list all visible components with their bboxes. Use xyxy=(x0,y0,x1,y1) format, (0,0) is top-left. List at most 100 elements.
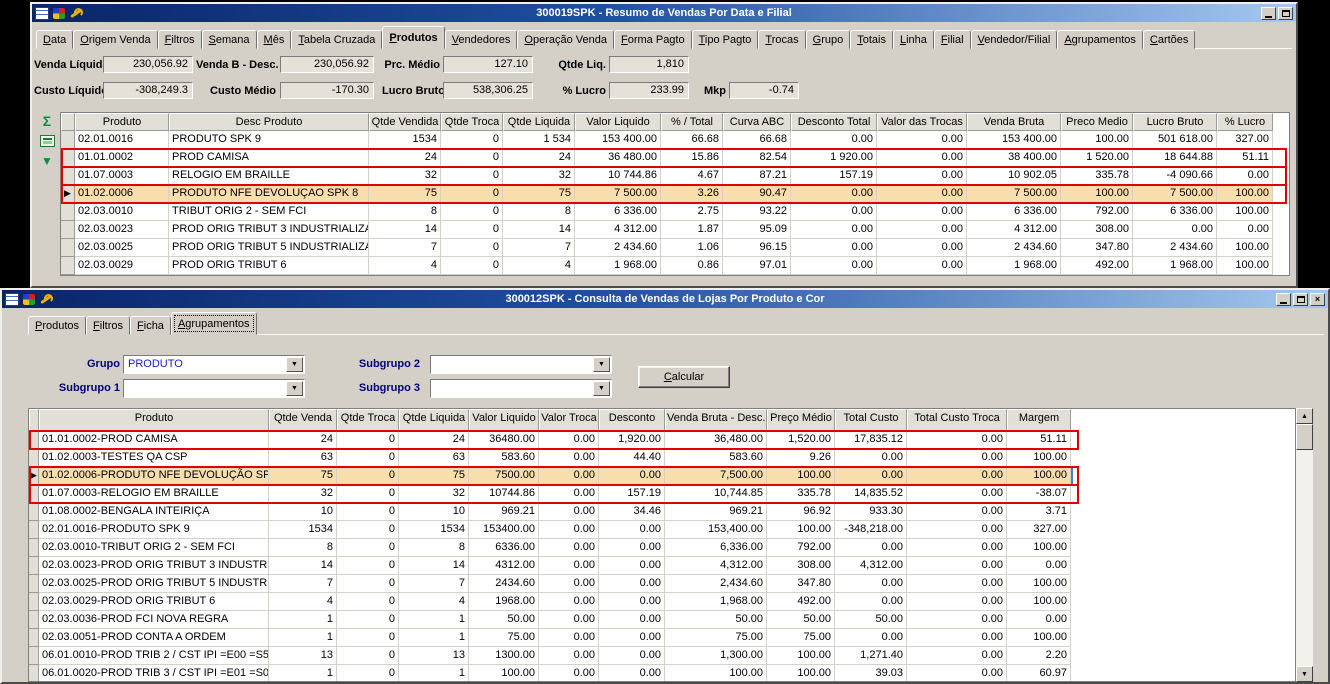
cell[interactable]: 0.00 xyxy=(877,203,967,221)
tab-tipo-pagto[interactable]: Tipo Pagto xyxy=(692,30,759,49)
cell[interactable]: 2 434.60 xyxy=(575,239,661,257)
titlebar[interactable]: 300012SPK - Consulta de Vendas de Lojas … xyxy=(2,290,1328,308)
cell[interactable]: 75.00 xyxy=(767,629,835,647)
cell[interactable]: 157.19 xyxy=(599,485,665,503)
cell[interactable]: 02.03.0025 xyxy=(75,239,169,257)
cell[interactable]: 100.00 xyxy=(1007,449,1071,467)
cell[interactable]: 0.00 xyxy=(599,557,665,575)
cell[interactable]: 10 xyxy=(399,503,469,521)
cell[interactable]: 153,400.00 xyxy=(665,521,767,539)
cell[interactable]: 36480.00 xyxy=(469,431,539,449)
cell[interactable]: 1 520.00 xyxy=(1061,149,1133,167)
print-icon[interactable] xyxy=(40,135,55,147)
cell[interactable]: 0.00 xyxy=(599,665,665,682)
row-indicator[interactable]: ▶ xyxy=(29,467,39,485)
cell[interactable]: 0.00 xyxy=(791,203,877,221)
cell[interactable]: 1534 xyxy=(269,521,337,539)
calcular-button[interactable]: Calcular xyxy=(638,366,730,388)
cell[interactable]: 75.00 xyxy=(665,629,767,647)
sum-sigma-icon[interactable]: Σ xyxy=(43,114,51,128)
cell[interactable]: 1 968.00 xyxy=(967,257,1061,275)
cell[interactable]: 4 xyxy=(399,593,469,611)
row-gutter[interactable] xyxy=(29,539,39,557)
cell[interactable]: 792.00 xyxy=(767,539,835,557)
titlebar[interactable]: 300019SPK - Resumo de Vendas Por Data e … xyxy=(32,4,1296,22)
tab-tabela-cruzada[interactable]: Tabela Cruzada xyxy=(291,30,382,49)
cell[interactable]: 0.00 xyxy=(1133,221,1217,239)
cell[interactable]: 347.80 xyxy=(1061,239,1133,257)
column-header[interactable]: Valor Liquido xyxy=(469,409,539,431)
cell[interactable]: 36,480.00 xyxy=(665,431,767,449)
tab-agrupamentos[interactable]: Agrupamentos xyxy=(171,312,257,335)
cell[interactable]: 8 xyxy=(269,539,337,557)
column-header[interactable]: % Lucro xyxy=(1217,113,1273,131)
cell[interactable]: 0 xyxy=(337,539,399,557)
cell[interactable]: 0.86 xyxy=(661,257,723,275)
cell[interactable]: 1 xyxy=(399,611,469,629)
column-header[interactable]: Valor Liquido xyxy=(575,113,661,131)
tab-cart-es[interactable]: Cartões xyxy=(1143,30,1196,49)
cell[interactable]: 24 xyxy=(369,149,441,167)
combo-dropdown-button[interactable]: ▼ xyxy=(593,381,610,396)
cell[interactable]: 0.00 xyxy=(791,221,877,239)
cell[interactable]: 153 400.00 xyxy=(575,131,661,149)
cell[interactable]: 13 xyxy=(269,647,337,665)
cell[interactable]: 63 xyxy=(399,449,469,467)
cell[interactable]: 0.00 xyxy=(907,521,1007,539)
cell[interactable]: 10 744.86 xyxy=(575,167,661,185)
cell[interactable]: 100.00 xyxy=(1217,185,1273,203)
cell[interactable]: 02.01.0016 xyxy=(75,131,169,149)
row-gutter[interactable] xyxy=(61,257,75,275)
cell[interactable]: 100.00 xyxy=(1061,131,1133,149)
venda-b-desc-value[interactable]: 230,056.92 xyxy=(280,56,374,73)
cell[interactable]: 24 xyxy=(269,431,337,449)
cell[interactable]: 335.78 xyxy=(767,485,835,503)
cell[interactable]: 0.00 xyxy=(791,131,877,149)
cell[interactable]: 100.00 xyxy=(1007,467,1071,485)
prc-medio-value[interactable]: 127.10 xyxy=(443,56,533,73)
cell[interactable]: 0.00 xyxy=(907,539,1007,557)
cell[interactable]: -4 090.66 xyxy=(1133,167,1217,185)
cell[interactable]: 0.00 xyxy=(539,503,599,521)
tab-opera-o-venda[interactable]: Operação Venda xyxy=(517,30,614,49)
cell[interactable]: 1 968.00 xyxy=(1133,257,1217,275)
cell[interactable]: 0.00 xyxy=(877,221,967,239)
cell[interactable]: 0.00 xyxy=(599,521,665,539)
table-row[interactable]: 02.03.0010-TRIBUT ORIG 2 - SEM FCI808633… xyxy=(29,539,1295,557)
cell[interactable]: 7 xyxy=(269,575,337,593)
table-row[interactable]: 02.03.0010TRIBUT ORIG 2 - SEM FCI8086 33… xyxy=(61,203,1289,221)
cell[interactable]: 90.47 xyxy=(723,185,791,203)
cell[interactable]: 17,835.12 xyxy=(835,431,907,449)
cell[interactable]: 0.00 xyxy=(539,449,599,467)
cell[interactable]: 100.00 xyxy=(665,665,767,682)
cell[interactable]: 02.03.0029-PROD ORIG TRIBUT 6 xyxy=(39,593,269,611)
cell[interactable]: 0.00 xyxy=(835,467,907,485)
cell[interactable]: PROD ORIG TRIBUT 5 INDUSTRIALIZADO S xyxy=(169,239,369,257)
tab-filtros[interactable]: Filtros xyxy=(158,30,202,49)
cell[interactable]: 4 xyxy=(369,257,441,275)
cell[interactable]: 0.00 xyxy=(907,575,1007,593)
row-gutter[interactable] xyxy=(61,131,75,149)
column-header[interactable]: Venda Bruta - Desc. xyxy=(665,409,767,431)
subgrupo3-combobox[interactable]: ▼ xyxy=(430,379,612,398)
cell[interactable]: 2 434.60 xyxy=(1133,239,1217,257)
cell[interactable]: 100.00 xyxy=(469,665,539,682)
cell[interactable]: 32 xyxy=(369,167,441,185)
cell[interactable]: 82.54 xyxy=(723,149,791,167)
cell[interactable]: 1 xyxy=(399,665,469,682)
table-row[interactable]: 02.03.0051-PROD CONTA A ORDEM10175.000.0… xyxy=(29,629,1295,647)
custo-liquido-value[interactable]: -308,249.3 xyxy=(103,82,193,99)
minimize-button[interactable] xyxy=(1261,7,1276,20)
cell[interactable]: 100.00 xyxy=(1007,539,1071,557)
cell[interactable]: PROD ORIG TRIBUT 3 INDUSTRIALIZADO S xyxy=(169,221,369,239)
cell[interactable]: 0.00 xyxy=(907,593,1007,611)
cell[interactable]: 50.00 xyxy=(665,611,767,629)
cell[interactable]: 0.00 xyxy=(539,575,599,593)
cell[interactable]: 0.00 xyxy=(907,611,1007,629)
column-header[interactable]: Total Custo Troca xyxy=(907,409,1007,431)
cell[interactable]: 0.00 xyxy=(599,647,665,665)
cell[interactable]: 4,312.00 xyxy=(835,557,907,575)
cell[interactable]: 14 xyxy=(399,557,469,575)
cell[interactable]: 93.22 xyxy=(723,203,791,221)
cell[interactable]: 13 xyxy=(399,647,469,665)
